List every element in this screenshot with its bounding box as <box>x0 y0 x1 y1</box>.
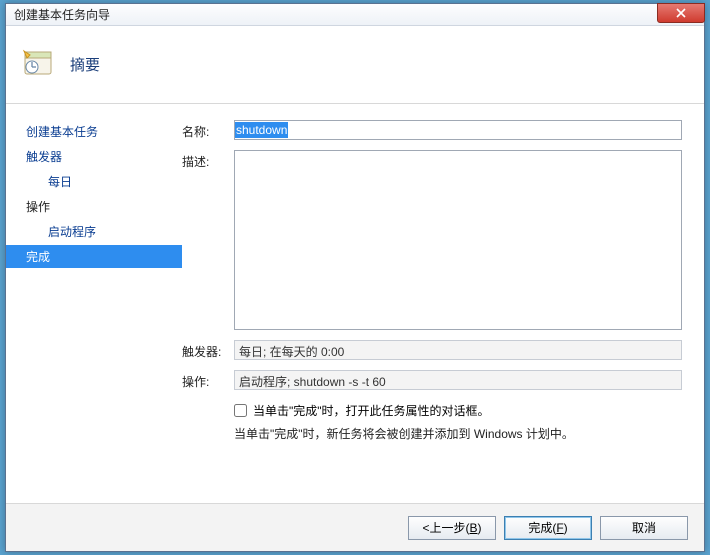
name-input[interactable]: shutdown <box>234 120 682 140</box>
back-button-key: B <box>470 521 478 535</box>
back-button-tail: ) <box>478 521 482 535</box>
finish-hint: 当单击"完成"时，新任务将会被创建并添加到 Windows 计划中。 <box>234 425 682 442</box>
back-button[interactable]: <上一步(B) <box>408 516 496 540</box>
step-create-basic-task[interactable]: 创建基本任务 <box>20 120 182 143</box>
step-action[interactable]: 操作 <box>20 195 182 218</box>
description-label: 描述: <box>182 150 234 170</box>
open-properties-label: 当单击"完成"时，打开此任务属性的对话框。 <box>253 402 490 419</box>
trigger-label: 触发器: <box>182 340 234 360</box>
wizard-footer: <上一步(B) 完成(F) 取消 <box>6 503 704 551</box>
open-properties-checkbox[interactable] <box>234 404 247 417</box>
trigger-value: 每日; 在每天的 0:00 <box>234 340 682 360</box>
name-label: 名称: <box>182 120 234 140</box>
close-icon <box>676 8 686 18</box>
summary-panel: 名称: shutdown 描述: 触发器: 每日; 在每天的 0:00 操作: … <box>182 104 704 503</box>
description-input[interactable] <box>234 150 682 330</box>
summary-icon <box>22 47 54 82</box>
action-label: 操作: <box>182 370 234 390</box>
step-finish[interactable]: 完成 <box>6 245 182 268</box>
finish-button-text: 完成( <box>528 521 556 535</box>
finish-button[interactable]: 完成(F) <box>504 516 592 540</box>
step-action-startprogram[interactable]: 启动程序 <box>20 220 182 243</box>
finish-button-tail: ) <box>564 521 568 535</box>
action-value: 启动程序; shutdown -s -t 60 <box>234 370 682 390</box>
window-title: 创建基本任务向导 <box>6 6 110 23</box>
titlebar: 创建基本任务向导 <box>6 4 704 26</box>
cancel-button[interactable]: 取消 <box>600 516 688 540</box>
step-trigger-daily[interactable]: 每日 <box>20 170 182 193</box>
close-button[interactable] <box>657 3 705 23</box>
name-value: shutdown <box>235 122 288 138</box>
wizard-window: 创建基本任务向导 摘要 创建基本任务 触发器 每日 操作 启动程序 <box>5 3 705 552</box>
wizard-steps: 创建基本任务 触发器 每日 操作 启动程序 完成 <box>6 104 182 503</box>
page-title: 摘要 <box>70 54 100 75</box>
back-button-text: <上一步( <box>422 521 469 535</box>
wizard-body: 创建基本任务 触发器 每日 操作 启动程序 完成 名称: shutdown 描述… <box>6 104 704 503</box>
finish-button-key: F <box>556 521 563 535</box>
step-trigger[interactable]: 触发器 <box>20 145 182 168</box>
wizard-header: 摘要 <box>6 26 704 104</box>
